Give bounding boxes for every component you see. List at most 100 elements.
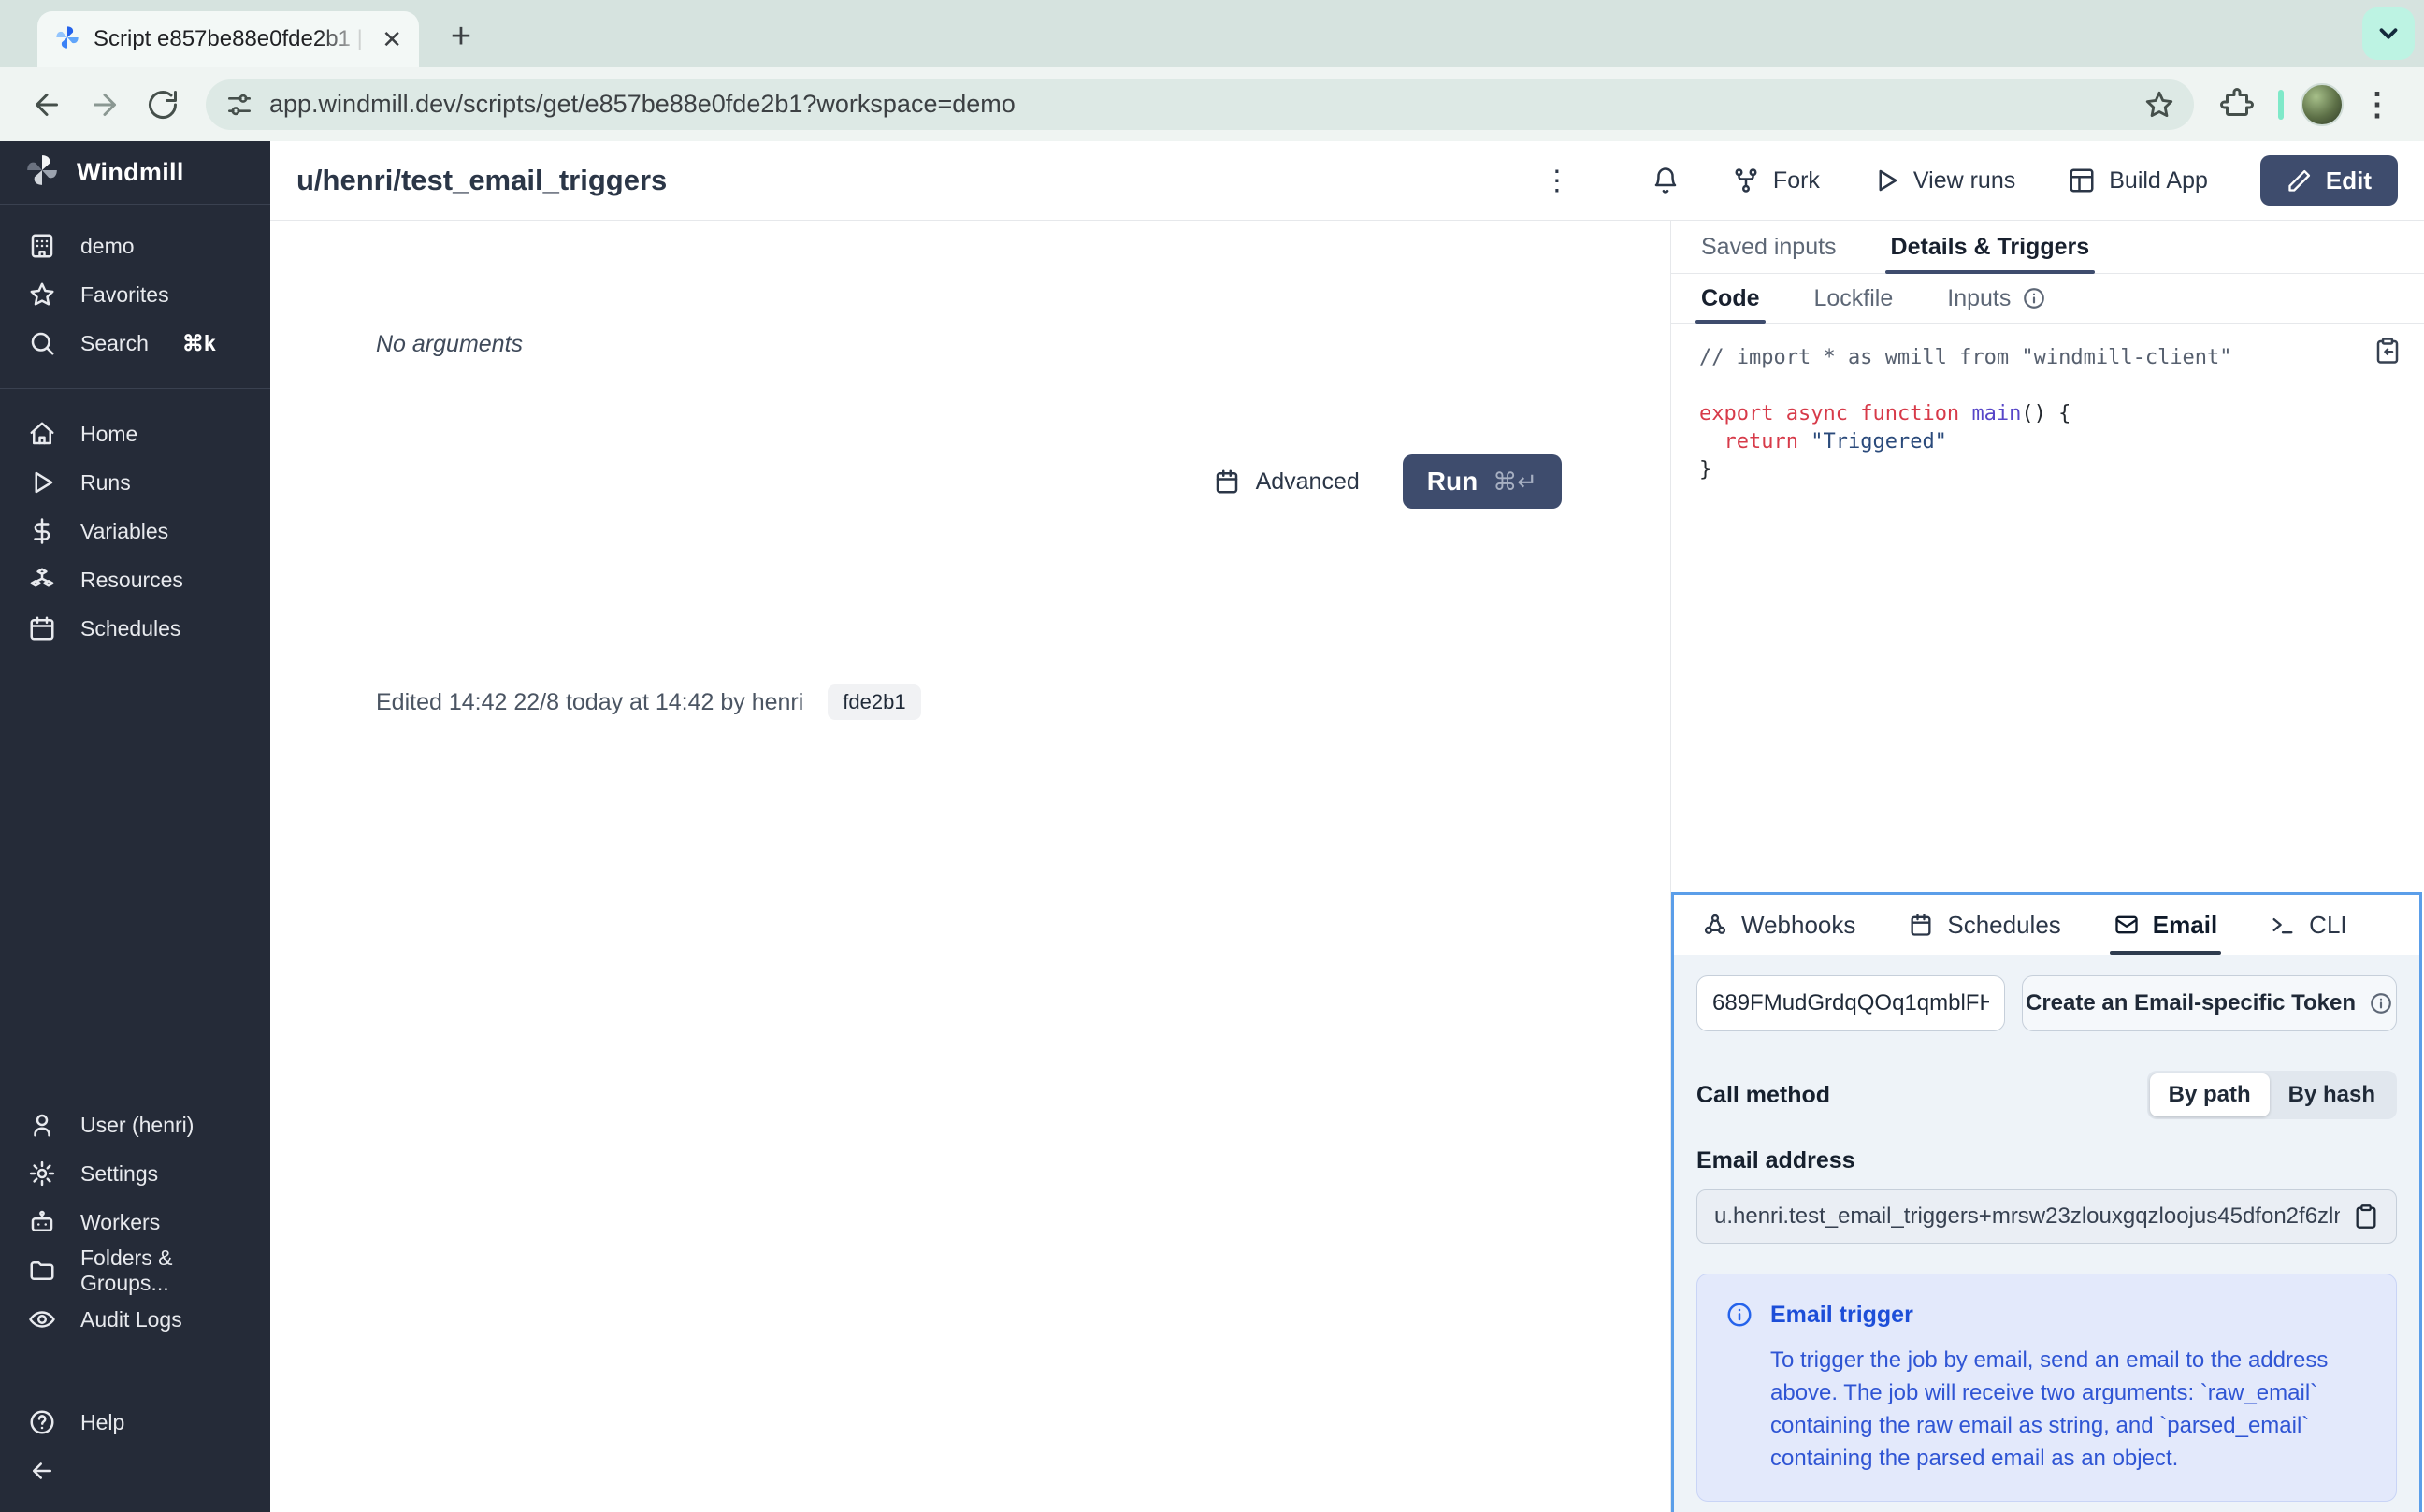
gear-icon — [28, 1159, 56, 1188]
dollar-icon — [28, 517, 56, 545]
sidebar-item-favorites[interactable]: Favorites — [0, 270, 270, 319]
forward-icon[interactable] — [80, 80, 129, 129]
subtab-inputs[interactable]: Inputs — [1947, 274, 2046, 323]
sidebar-item-runs[interactable]: Runs — [0, 458, 270, 507]
sidebar-item-audit-logs[interactable]: Audit Logs — [0, 1295, 270, 1344]
reload-icon[interactable] — [138, 80, 187, 129]
bell-icon — [1652, 166, 1680, 194]
call-method-label: Call method — [1696, 1082, 1830, 1109]
sidebar-item-home[interactable]: Home — [0, 410, 270, 458]
run-shortcut: ⌘↵ — [1493, 468, 1537, 497]
folder-icon — [28, 1257, 56, 1285]
info-icon — [2022, 286, 2046, 310]
advanced-button[interactable]: Advanced — [1213, 468, 1360, 496]
tab-details-triggers[interactable]: Details & Triggers — [1891, 221, 2090, 273]
sidebar-item-variables[interactable]: Variables — [0, 507, 270, 555]
profile-avatar[interactable] — [2301, 83, 2344, 126]
window-chevron-button[interactable] — [2362, 7, 2415, 60]
script-header: u/henri/test_email_triggers ⋮ Fork View … — [270, 141, 2424, 221]
webhook-icon — [1702, 912, 1728, 938]
code-block: // import * as wmill from "windmill-clie… — [1699, 344, 2396, 484]
info-body: To trigger the job by email, send an ema… — [1770, 1344, 2368, 1475]
calendar-icon — [1213, 468, 1241, 496]
email-trigger-info-box: Email trigger To trigger the job by emai… — [1696, 1274, 2397, 1502]
run-form-pane: No arguments Advanced Run ⌘↵ Edited 14:4… — [270, 221, 1670, 1512]
trigger-tab-schedules[interactable]: Schedules — [1908, 895, 2060, 955]
sidebar-divider — [0, 388, 270, 389]
email-address-label: Email address — [1696, 1147, 2397, 1174]
sidebar-collapse-button[interactable] — [0, 1447, 270, 1495]
trigger-tab-cli[interactable]: CLI — [2270, 895, 2346, 955]
run-button[interactable]: Run ⌘↵ — [1403, 454, 1562, 509]
back-icon[interactable] — [22, 80, 71, 129]
boxes-icon — [28, 566, 56, 594]
eye-icon — [28, 1305, 56, 1333]
more-options-icon[interactable]: ⋮ — [1543, 165, 1571, 197]
create-email-token-button[interactable]: Create an Email-specific Token — [2022, 975, 2397, 1031]
sidebar-item-workspace[interactable]: demo — [0, 222, 270, 270]
email-token-input[interactable] — [1696, 975, 2005, 1031]
help-icon — [28, 1408, 56, 1436]
toolbar-separator — [2278, 90, 2284, 120]
fork-button[interactable]: Fork — [1732, 166, 1820, 194]
email-address-value: u.henri.test_email_triggers+mrsw23zlouxg… — [1714, 1203, 2340, 1230]
browser-toolbar: app.windmill.dev/scripts/get/e857be88e0f… — [0, 67, 2424, 141]
edited-text: Edited 14:42 22/8 today at 14:42 by henr… — [376, 689, 803, 716]
windmill-logo — [24, 152, 60, 193]
robot-icon — [28, 1208, 56, 1236]
site-settings-icon[interactable] — [224, 90, 254, 120]
trigger-tab-webhooks[interactable]: Webhooks — [1702, 895, 1855, 955]
build-app-button[interactable]: Build App — [2068, 166, 2208, 194]
by-path-option[interactable]: By path — [2150, 1073, 2270, 1116]
sidebar-item-search[interactable]: Search ⌘k — [0, 319, 270, 367]
page-title: u/henri/test_email_triggers — [296, 164, 1506, 197]
sidebar-item-settings[interactable]: Settings — [0, 1149, 270, 1198]
mail-icon — [2114, 912, 2140, 938]
subtab-lockfile[interactable]: Lockfile — [1814, 274, 1894, 323]
sidebar-item-resources[interactable]: Resources — [0, 555, 270, 604]
triggers-panel: Webhooks Schedules Email CLI — [1671, 892, 2422, 1512]
email-address-field[interactable]: u.henri.test_email_triggers+mrsw23zlouxg… — [1696, 1189, 2397, 1244]
pencil-icon — [2287, 167, 2313, 194]
details-pane: Saved inputs Details & Triggers Code Loc… — [1670, 221, 2424, 1512]
new-tab-button[interactable]: + — [440, 15, 483, 58]
by-hash-option[interactable]: By hash — [2270, 1073, 2394, 1116]
address-bar[interactable]: app.windmill.dev/scripts/get/e857be88e0f… — [206, 79, 2194, 130]
info-title: Email trigger — [1770, 1302, 1913, 1329]
sidebar-item-schedules[interactable]: Schedules — [0, 604, 270, 653]
tab-title: Script e857be88e0fde2b1 | W — [94, 26, 368, 52]
windmill-favicon — [54, 24, 80, 55]
version-hash-badge[interactable]: fde2b1 — [828, 684, 920, 720]
browser-tabstrip: Script e857be88e0fde2b1 | W ✕ + — [0, 0, 2424, 67]
browser-tab[interactable]: Script e857be88e0fde2b1 | W ✕ — [37, 11, 419, 67]
sidebar-item-user[interactable]: User (henri) — [0, 1101, 270, 1149]
notifications-button[interactable] — [1652, 166, 1680, 194]
clipboard-copy-icon[interactable] — [2353, 1203, 2379, 1230]
view-runs-button[interactable]: View runs — [1872, 166, 2015, 194]
no-arguments-text: No arguments — [376, 331, 523, 358]
tab-saved-inputs[interactable]: Saved inputs — [1701, 221, 1837, 273]
sidebar-item-workers[interactable]: Workers — [0, 1198, 270, 1246]
search-shortcut: ⌘k — [182, 331, 216, 356]
terminal-icon — [2270, 912, 2296, 938]
url-text: app.windmill.dev/scripts/get/e857be88e0f… — [269, 90, 2128, 119]
edit-button[interactable]: Edit — [2260, 155, 2398, 206]
brand-row[interactable]: Windmill — [0, 141, 270, 205]
sidebar: Windmill demo Favorites Search ⌘k Home — [0, 141, 270, 1512]
arrow-left-icon — [28, 1457, 56, 1485]
extensions-icon[interactable] — [2213, 80, 2261, 129]
bookmark-star-icon[interactable] — [2143, 89, 2175, 121]
browser-menu-icon[interactable]: ⋮ — [2353, 80, 2402, 129]
building-icon — [28, 232, 56, 260]
copy-code-icon[interactable] — [2374, 337, 2402, 365]
sidebar-item-help[interactable]: Help — [0, 1398, 270, 1447]
calendar-icon — [28, 614, 56, 642]
tab-close-icon[interactable]: ✕ — [382, 27, 402, 51]
trigger-tab-email[interactable]: Email — [2114, 895, 2217, 955]
play-icon — [28, 468, 56, 497]
sidebar-item-folders[interactable]: Folders & Groups... — [0, 1246, 270, 1295]
code-viewer[interactable]: // import * as wmill from "windmill-clie… — [1671, 324, 2424, 505]
subtab-code[interactable]: Code — [1701, 274, 1760, 323]
brand-name: Windmill — [77, 158, 184, 187]
search-icon — [28, 329, 56, 357]
